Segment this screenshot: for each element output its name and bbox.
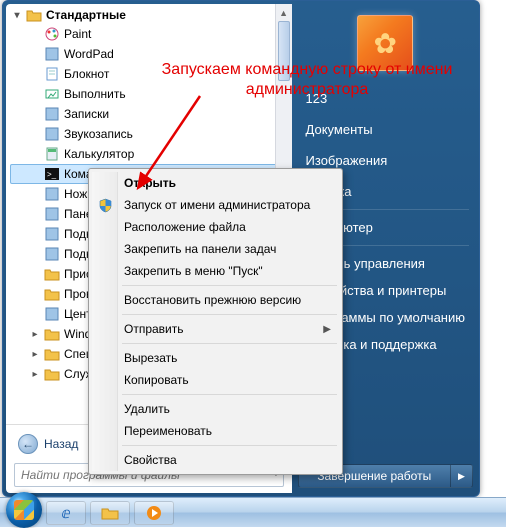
taskbar: ⅇ: [0, 497, 506, 527]
folder-icon: [44, 346, 60, 362]
context-menu-item[interactable]: Удалить: [92, 398, 339, 420]
uac-shield-icon: [98, 198, 113, 213]
context-menu-item-label: Открыть: [124, 176, 176, 190]
shutdown-menu-arrow[interactable]: ▶: [450, 465, 472, 487]
snip-icon: [44, 186, 60, 202]
back-arrow-icon: ←: [18, 434, 38, 454]
notepad-icon: [44, 66, 60, 82]
chevron-right-icon: ▸: [30, 369, 40, 380]
context-menu-item-label: Запуск от имени администратора: [124, 198, 310, 212]
tree-folder-label: Стандартные: [46, 8, 126, 22]
program-item[interactable]: Звукозапись: [10, 124, 292, 144]
mobility-icon: [44, 306, 60, 322]
scroll-thumb[interactable]: [278, 21, 290, 81]
folder-icon: [44, 366, 60, 382]
chevron-right-icon: ▸: [30, 329, 40, 340]
context-menu-item[interactable]: Запуск от имени администратора: [92, 194, 339, 216]
taskbar-media-player-button[interactable]: [134, 501, 174, 525]
context-menu-item[interactable]: Копировать: [92, 369, 339, 391]
tablet-icon: [44, 206, 60, 222]
paint-icon: [44, 26, 60, 42]
submenu-arrow-icon: ▶: [323, 324, 331, 335]
context-menu-item[interactable]: Закрепить на панели задач: [92, 238, 339, 260]
username-link[interactable]: 123: [298, 85, 473, 112]
tree-folder-header[interactable]: ▾ Стандартные: [10, 6, 292, 24]
cmd-icon: >_: [44, 166, 60, 182]
context-menu-item[interactable]: Закрепить в меню "Пуск": [92, 260, 339, 282]
program-item-label: WordPad: [64, 47, 114, 61]
svg-text:>_: >_: [47, 170, 57, 179]
program-item-label: Выполнить: [64, 87, 126, 101]
context-menu-separator: [122, 394, 337, 395]
taskbar-ie-button[interactable]: ⅇ: [46, 501, 86, 525]
program-item[interactable]: Блокнот: [10, 64, 292, 84]
sticky-icon: [44, 106, 60, 122]
calc-icon: [44, 146, 60, 162]
context-menu-item-label: Закрепить на панели задач: [124, 242, 276, 256]
context-menu-item-label: Копировать: [124, 373, 189, 387]
taskbar-explorer-button[interactable]: [90, 501, 130, 525]
context-menu-item-label: Свойства: [124, 453, 177, 467]
run-icon: [44, 86, 60, 102]
start-orb[interactable]: [6, 492, 42, 528]
context-menu-item-label: Закрепить в меню "Пуск": [124, 264, 263, 278]
proj-icon: [44, 246, 60, 262]
program-item[interactable]: WordPad: [10, 44, 292, 64]
sound-icon: [44, 126, 60, 142]
program-item-label: Блокнот: [64, 67, 109, 81]
context-menu-item-label: Вырезать: [124, 351, 177, 365]
context-menu: Открыть Запуск от имени администратора Рас…: [88, 168, 343, 475]
context-menu-item-label: Восстановить прежнюю версию: [124, 293, 301, 307]
context-menu-item[interactable]: Свойства: [92, 449, 339, 471]
context-menu-item[interactable]: Восстановить прежнюю версию: [92, 289, 339, 311]
context-menu-separator: [122, 343, 337, 344]
context-menu-item[interactable]: Вырезать: [92, 347, 339, 369]
context-menu-item[interactable]: Расположение файла: [92, 216, 339, 238]
right-panel-link[interactable]: Документы: [298, 116, 473, 143]
folder-icon: [44, 326, 60, 342]
back-label: Назад: [44, 437, 78, 451]
context-menu-item[interactable]: Открыть: [92, 172, 339, 194]
context-menu-separator: [122, 314, 337, 315]
program-item[interactable]: Paint: [10, 24, 292, 44]
folder-icon: [26, 7, 42, 23]
context-menu-item[interactable]: Отправить ▶: [92, 318, 339, 340]
context-menu-separator: [122, 445, 337, 446]
user-avatar[interactable]: [357, 15, 413, 71]
context-menu-separator: [122, 285, 337, 286]
context-menu-item-label: Переименовать: [124, 424, 212, 438]
program-item-label: Калькулятор: [64, 147, 134, 161]
scroll-up-button[interactable]: ▲: [276, 4, 292, 21]
program-item[interactable]: Выполнить: [10, 84, 292, 104]
context-menu-item-label: Удалить: [124, 402, 170, 416]
program-item[interactable]: Калькулятор: [10, 144, 292, 164]
explorer-icon: [44, 266, 60, 282]
context-menu-item[interactable]: Переименовать: [92, 420, 339, 442]
program-item-label: Записки: [64, 107, 109, 121]
chevron-down-icon: ▾: [12, 10, 22, 21]
context-menu-item-label: Расположение файла: [124, 220, 246, 234]
program-item-label: Paint: [64, 27, 91, 41]
explorer-icon: [44, 286, 60, 302]
context-menu-item-label: Отправить: [124, 322, 184, 336]
wordpad-icon: [44, 46, 60, 62]
program-item-label: Звукозапись: [64, 127, 133, 141]
chevron-right-icon: ▸: [30, 349, 40, 360]
rdp-icon: [44, 226, 60, 242]
program-item[interactable]: Записки: [10, 104, 292, 124]
